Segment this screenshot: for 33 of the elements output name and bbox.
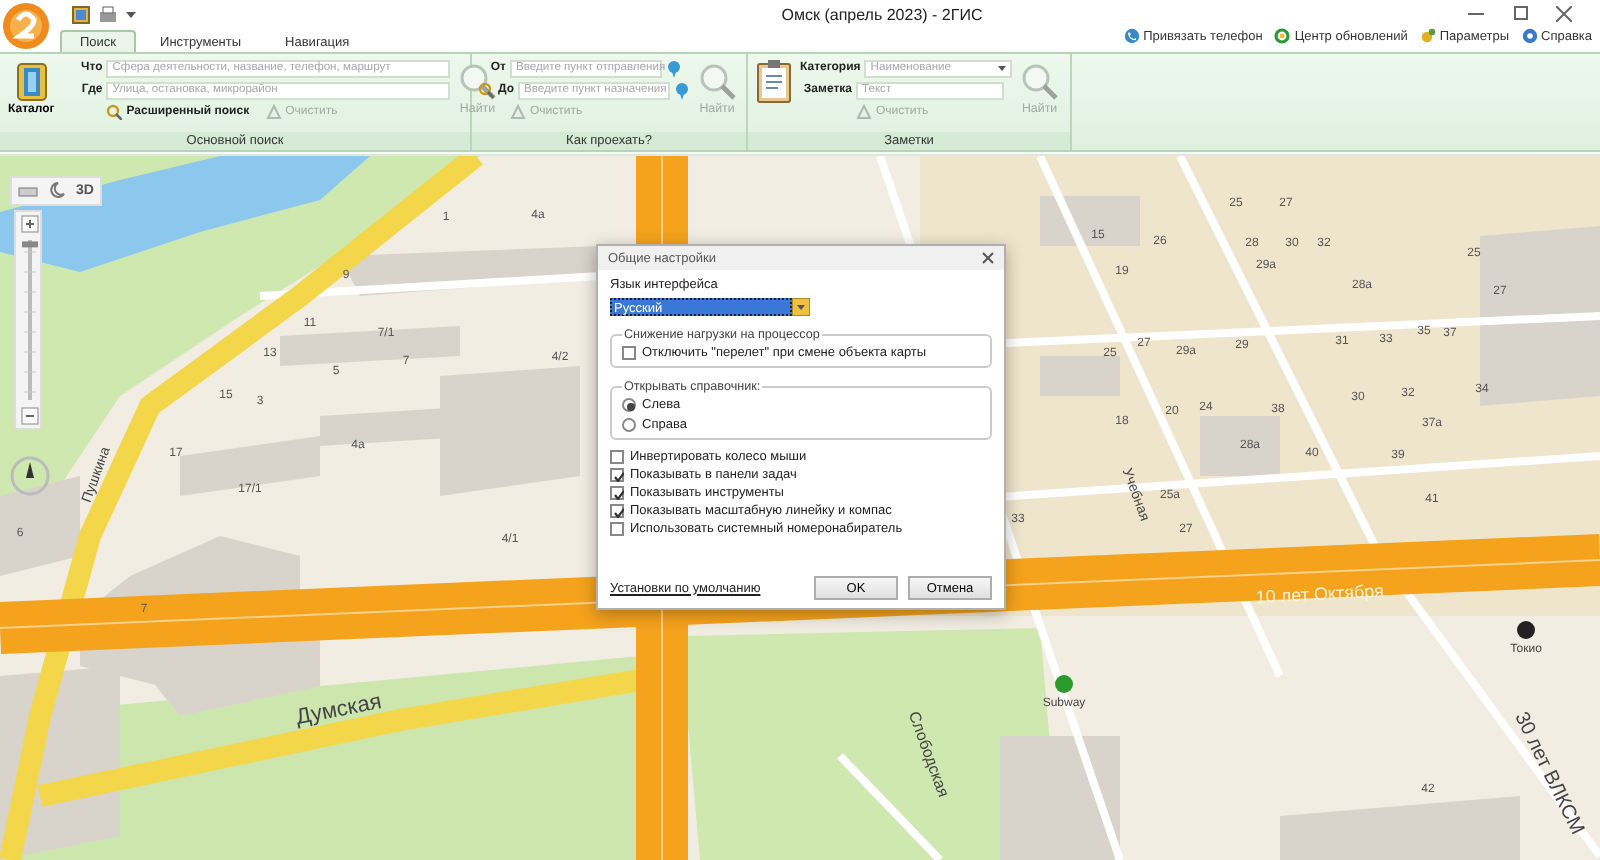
maximize-icon [1512,6,1528,22]
radio-button[interactable] [622,398,636,412]
search-icon [1020,62,1059,100]
dropdown-caret-icon [998,65,1007,71]
compass-icon [10,456,50,496]
radio-button[interactable] [622,418,636,432]
dropdown-caret-icon [792,298,810,316]
moon-icon [48,182,66,200]
checkbox[interactable] [622,346,636,360]
ruler-icon [18,183,38,199]
close-icon [1556,6,1572,22]
phone-icon [1123,28,1140,44]
street-label: Думская [294,690,384,731]
search-icon [698,62,737,100]
clipboard-icon [754,58,794,104]
pin-icon [674,81,691,99]
pin-icon [666,59,682,77]
window-title: Омск (апрель 2023) - 2ГИС [779,5,985,23]
checkbox[interactable] [610,504,624,518]
catalog-icon [13,62,50,102]
checkbox[interactable] [610,486,624,500]
refresh-icon [1274,28,1291,44]
radio-dot-icon [625,401,635,411]
printer-icon [98,5,118,23]
checkbox[interactable] [610,522,624,536]
search-icon [106,104,123,120]
checkbox[interactable] [610,450,624,464]
map-icon [72,5,90,23]
close-icon [982,252,994,264]
checkbox[interactable] [610,468,624,482]
street-label: 10 лет Октября [1255,580,1385,608]
dropdown-caret-icon [126,9,136,19]
zoom-thumb[interactable] [22,241,38,248]
